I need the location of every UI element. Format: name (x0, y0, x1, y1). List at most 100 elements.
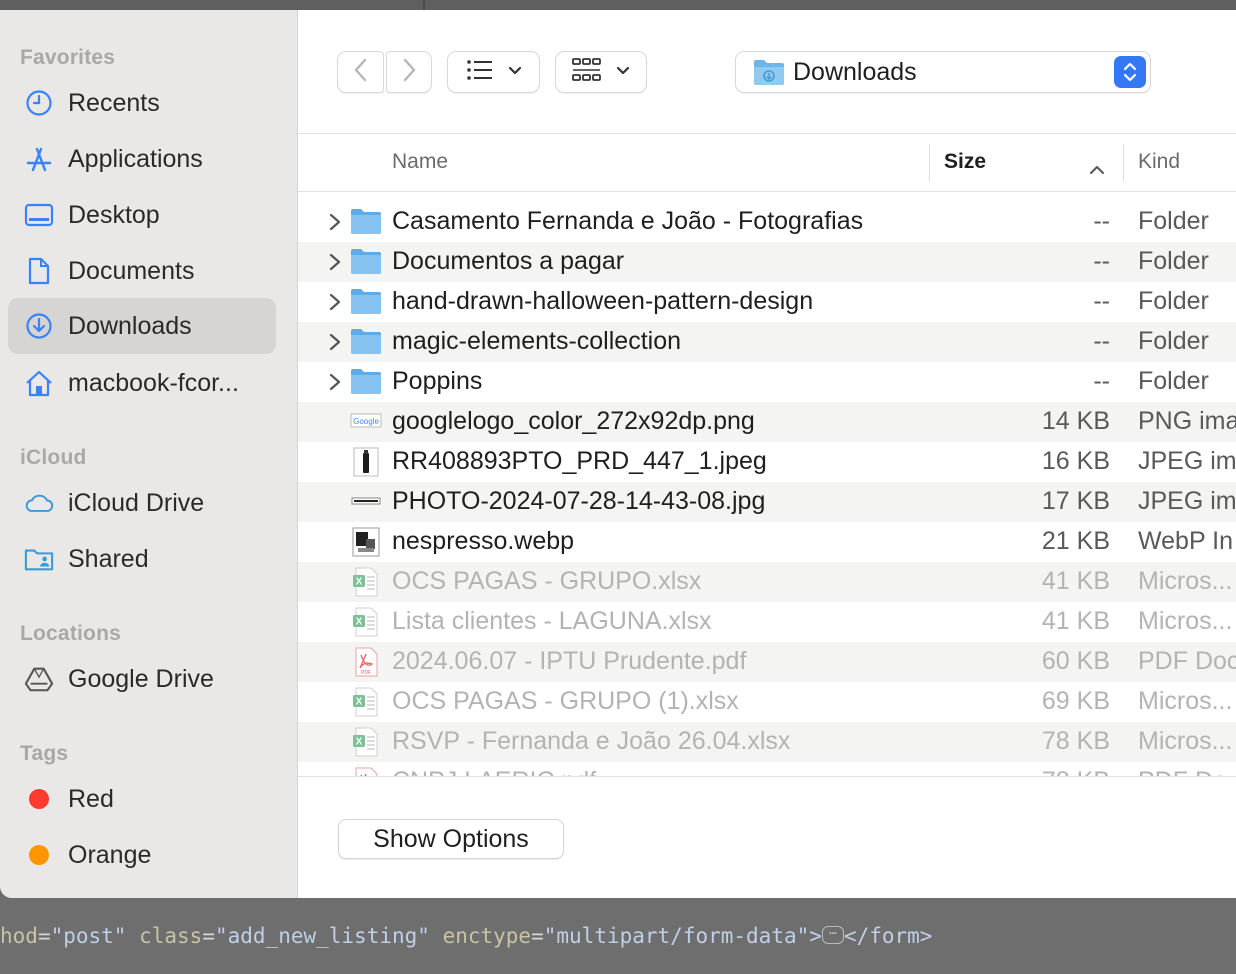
back-button[interactable] (337, 51, 384, 93)
disclosure-triangle-icon[interactable] (328, 212, 342, 232)
image-file-icon: Google (350, 407, 382, 437)
file-row[interactable]: hand-drawn-halloween-pattern-design -- Fol… (298, 282, 1236, 322)
column-headers: Name Size Kind (298, 134, 1236, 192)
column-header-size[interactable]: Size (944, 150, 986, 174)
folder-icon (350, 207, 382, 237)
file-size: -- (1093, 247, 1110, 275)
sidebar-item-desktop[interactable]: Desktop (8, 187, 276, 243)
file-row[interactable]: X OCS PAGAS - GRUPO.xlsx 41 KB Micros... (298, 562, 1236, 602)
sidebar-header-favorites: Favorites (20, 46, 116, 69)
sidebar-item-tag-red[interactable]: Red (8, 771, 276, 827)
folder-icon (350, 247, 382, 277)
file-row[interactable]: Google googlelogo_color_272x92dp.png 14 KB… (298, 402, 1236, 442)
file-row[interactable]: Casamento Fernanda e João - Fotografias -… (298, 202, 1236, 242)
file-name: Lista clientes - LAGUNA.xlsx (392, 607, 712, 635)
file-row[interactable]: nespresso.webp 21 KB WebP In (298, 522, 1236, 562)
file-name: googlelogo_color_272x92dp.png (392, 407, 755, 435)
file-name: RSVP - Fernanda e João 26.04.xlsx (392, 727, 791, 755)
file-kind: Micros... (1138, 607, 1233, 635)
forward-button[interactable] (386, 51, 432, 93)
svg-text:Google: Google (353, 417, 379, 426)
file-size: 17 KB (1041, 487, 1110, 515)
sidebar-item-tag-orange[interactable]: Orange (8, 827, 276, 883)
show-options-button[interactable]: Show Options (338, 819, 564, 859)
file-name: nespresso.webp (392, 527, 575, 555)
sort-ascending-icon (1089, 162, 1105, 180)
file-row[interactable]: X OCS PAGAS - GRUPO (1).xlsx 69 KB Micros..… (298, 682, 1236, 722)
file-kind: WebP In (1138, 527, 1233, 555)
list-view-icon (466, 59, 494, 86)
open-file-dialog: Favorites Recents Applications Desktop D… (0, 10, 1236, 898)
file-kind: JPEG im (1138, 447, 1236, 475)
code-close-tag: </form> (843, 924, 933, 948)
sidebar-item-applications[interactable]: Applications (8, 131, 276, 187)
background-window-edge (0, 0, 1236, 10)
sidebar-item-label: Recents (68, 88, 160, 117)
file-kind: Micros... (1138, 567, 1233, 595)
background-divider (423, 0, 425, 10)
sidebar-item-label: iCloud Drive (68, 488, 205, 517)
file-list: Casamento Fernanda e João - Fotografias -… (298, 202, 1236, 776)
sidebar-item-downloads[interactable]: Downloads (8, 298, 276, 354)
document-icon (24, 256, 54, 286)
sidebar-header-locations: Locations (20, 622, 121, 645)
file-row[interactable]: PDF 2024.06.07 - IPTU Prudente.pdf 60 KB PD… (298, 642, 1236, 682)
folder-icon (350, 367, 382, 397)
sidebar-item-recents[interactable]: Recents (8, 75, 276, 131)
view-mode-button[interactable] (447, 51, 540, 93)
svg-text:PDF: PDF (361, 670, 371, 676)
file-name: 2024.06.07 - IPTU Prudente.pdf (392, 647, 747, 675)
sidebar-item-label: Desktop (68, 200, 160, 229)
file-row[interactable]: Documentos a pagar -- Folder (298, 242, 1236, 282)
column-header-name[interactable]: Name (392, 150, 448, 174)
disclosure-triangle-icon[interactable] (328, 252, 342, 272)
sidebar-item-label: Orange (68, 840, 152, 869)
sidebar-item-shared[interactable]: Shared (8, 531, 276, 587)
shared-folder-icon (24, 544, 54, 574)
file-size: 78 KB (1041, 727, 1110, 755)
file-row[interactable]: PHOTO-2024-07-28-14-43-08.jpg 17 KB JPEG i… (298, 482, 1236, 522)
file-kind: PNG ima (1138, 407, 1236, 435)
sidebar-item-label: macbook-fcor... (68, 368, 239, 397)
sidebar-item-label: Shared (68, 544, 149, 573)
tag-dot-orange-icon (24, 840, 54, 870)
file-row[interactable]: Poppins -- Folder (298, 362, 1236, 402)
file-row[interactable]: X RSVP - Fernanda e João 26.04.xlsx 78 KB M… (298, 722, 1236, 762)
sidebar-item-icloud-drive[interactable]: iCloud Drive (8, 475, 276, 531)
ellipsis-icon[interactable]: ⋯ (821, 926, 844, 944)
image-file-icon (350, 487, 382, 517)
sidebar: Favorites Recents Applications Desktop D… (0, 10, 298, 898)
file-kind: Micros... (1138, 687, 1233, 715)
downloads-folder-icon (753, 58, 785, 91)
disclosure-triangle-icon[interactable] (328, 292, 342, 312)
dialog-footer: Show Options (298, 776, 1236, 898)
location-popup[interactable]: Downloads (735, 51, 1151, 93)
file-kind: PDF Doc (1138, 647, 1236, 675)
file-row[interactable]: X Lista clientes - LAGUNA.xlsx 41 KB Micros… (298, 602, 1236, 642)
file-row[interactable]: RR408893PTO_PRD_447_1.jpeg 16 KB JPEG im (298, 442, 1236, 482)
file-row[interactable]: magic-elements-collection -- Folder (298, 322, 1236, 362)
svg-text:X: X (356, 737, 363, 748)
column-divider (929, 144, 930, 182)
sidebar-item-documents[interactable]: Documents (8, 243, 276, 299)
file-name: CNPJ LAERIC.pdf (392, 767, 596, 776)
image-file-icon (350, 527, 382, 557)
file-name: RR408893PTO_PRD_447_1.jpeg (392, 447, 767, 475)
group-button[interactable] (555, 51, 647, 93)
sidebar-item-home[interactable]: macbook-fcor... (8, 355, 276, 411)
column-header-kind[interactable]: Kind (1138, 150, 1180, 174)
file-size: -- (1093, 367, 1110, 395)
sidebar-item-google-drive[interactable]: Google Drive (8, 651, 276, 707)
file-row[interactable]: PDF CNPJ LAERIC.pdf 78 KB PDF Do (298, 762, 1236, 776)
column-divider (1123, 144, 1124, 182)
file-size: 60 KB (1041, 647, 1110, 675)
svg-text:X: X (356, 617, 363, 628)
sidebar-item-label: Downloads (68, 311, 192, 340)
sidebar-item-label: Google Drive (68, 664, 214, 693)
disclosure-triangle-icon[interactable] (328, 372, 342, 392)
disclosure-triangle-icon[interactable] (328, 332, 342, 352)
clock-icon (24, 88, 54, 118)
image-file-icon (350, 447, 382, 477)
spreadsheet-file-icon: X (350, 567, 382, 597)
file-name: OCS PAGAS - GRUPO.xlsx (392, 567, 702, 595)
